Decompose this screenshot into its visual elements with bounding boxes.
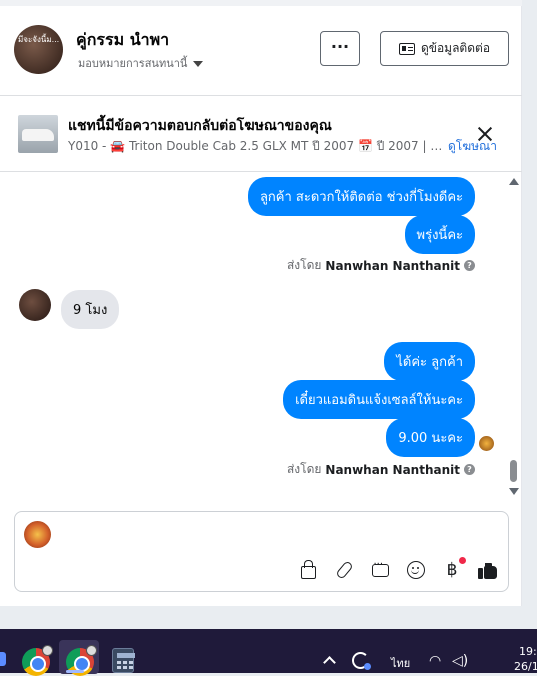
assign-conversation-label: มอบหมายการสนทนานี้	[78, 57, 188, 70]
assign-conversation-dropdown[interactable]: มอบหมายการสนทนานี้	[78, 54, 204, 72]
saved-replies-button[interactable]	[368, 558, 392, 582]
sender-avatar[interactable]	[24, 521, 51, 548]
scrollbar-thumb[interactable]	[510, 460, 517, 482]
contact-avatar-text: มีจะจังนี้ม...	[18, 35, 60, 44]
wifi-icon[interactable]: ◠	[429, 653, 441, 669]
incoming-message[interactable]: 9 โมง	[61, 290, 120, 329]
view-contact-info-button[interactable]: ดูข้อมูลติดต่อ	[380, 31, 509, 66]
contact-avatar[interactable]: มีจะจังนี้ม...	[14, 25, 63, 74]
outgoing-message[interactable]: พรุ่งนี้คะ	[404, 215, 475, 254]
chrome-icon[interactable]	[22, 645, 53, 676]
like-button[interactable]	[476, 558, 500, 582]
close-icon[interactable]	[475, 124, 495, 144]
input-language[interactable]: ไทย	[391, 654, 410, 672]
profile-badge-icon	[42, 645, 53, 656]
ad-divider	[0, 171, 522, 172]
more-options-button[interactable]: ···	[320, 31, 360, 66]
outgoing-message[interactable]: เดี๋ยวแอมดินแจ้งเซลล์ให้นะคะ	[283, 380, 475, 419]
seen-avatar-icon	[479, 436, 494, 451]
message-composer[interactable]: ฿	[14, 511, 509, 592]
top-divider	[0, 0, 522, 6]
header-divider	[0, 95, 522, 96]
scroll-up-arrow-icon[interactable]	[509, 178, 519, 185]
volume-icon[interactable]: ◁)	[452, 653, 468, 669]
taskbar-edge-icon[interactable]	[0, 652, 6, 666]
chat-bubble-icon	[371, 559, 389, 577]
sent-by-line: ส่งโดย Nanwhan Nanthanit ?	[287, 256, 475, 275]
paperclip-icon	[334, 560, 354, 580]
clock-time[interactable]: 19:	[519, 645, 537, 658]
clock-date[interactable]: 26/10/25	[514, 660, 537, 673]
emoji-button[interactable]	[404, 558, 428, 582]
sent-by-name: Nanwhan Nanthanit	[325, 258, 460, 273]
outgoing-message[interactable]: ลูกค้า สะดวกให้ติดต่อ ช่วงกี่โมงดีคะ	[247, 177, 475, 216]
notification-dot	[459, 557, 466, 564]
sync-status-dot	[364, 663, 371, 670]
outgoing-message[interactable]: 9.00 นะคะ	[386, 418, 475, 457]
ad-reply-title: แชทนี้มีข้อความตอบกลับต่อโฆษณาของคุณ	[68, 118, 332, 134]
sent-by-label: ส่งโดย	[286, 462, 322, 476]
view-contact-info-label: ดูข้อมูลติดต่อ	[420, 41, 491, 55]
calculator-icon[interactable]	[112, 648, 135, 673]
contact-avatar-small[interactable]	[19, 289, 51, 321]
sent-by-line: ส่งโดย Nanwhan Nanthanit ?	[287, 460, 475, 479]
id-card-icon	[398, 42, 415, 55]
outgoing-message[interactable]: ได้ค่ะ ลูกค้า	[384, 342, 475, 381]
attach-button[interactable]	[332, 558, 356, 582]
composer-toolbar: ฿	[296, 557, 500, 582]
scroll-down-arrow-icon[interactable]	[509, 488, 519, 495]
sent-by-label: ส่งโดย	[286, 258, 322, 272]
profile-badge-icon	[86, 645, 97, 656]
thumbs-up-icon	[478, 560, 498, 580]
smiley-icon	[407, 561, 425, 579]
conversation-panel: มีจะจังนี้ม... คู่กรรม นำพา มอบหมายการสน…	[0, 0, 522, 606]
baht-icon: ฿	[446, 560, 458, 580]
sent-by-name: Nanwhan Nanthanit	[325, 462, 460, 477]
help-icon[interactable]: ?	[464, 260, 475, 271]
ad-description: Y010 - 🚘 Triton Double Cab 2.5 GLX MT ปี…	[68, 139, 446, 153]
shopping-bag-icon	[300, 560, 316, 579]
payment-button[interactable]: ฿	[440, 557, 466, 582]
caret-down-icon	[193, 61, 204, 67]
shop-bag-button[interactable]	[296, 558, 320, 582]
contact-name[interactable]: คู่กรรม นำพา	[76, 28, 169, 53]
inbox-window: มีจะจังนี้ม... คู่กรรม นำพา มอบหมายการสน…	[0, 0, 537, 629]
help-icon[interactable]: ?	[464, 464, 475, 475]
ad-thumbnail[interactable]	[18, 115, 58, 153]
